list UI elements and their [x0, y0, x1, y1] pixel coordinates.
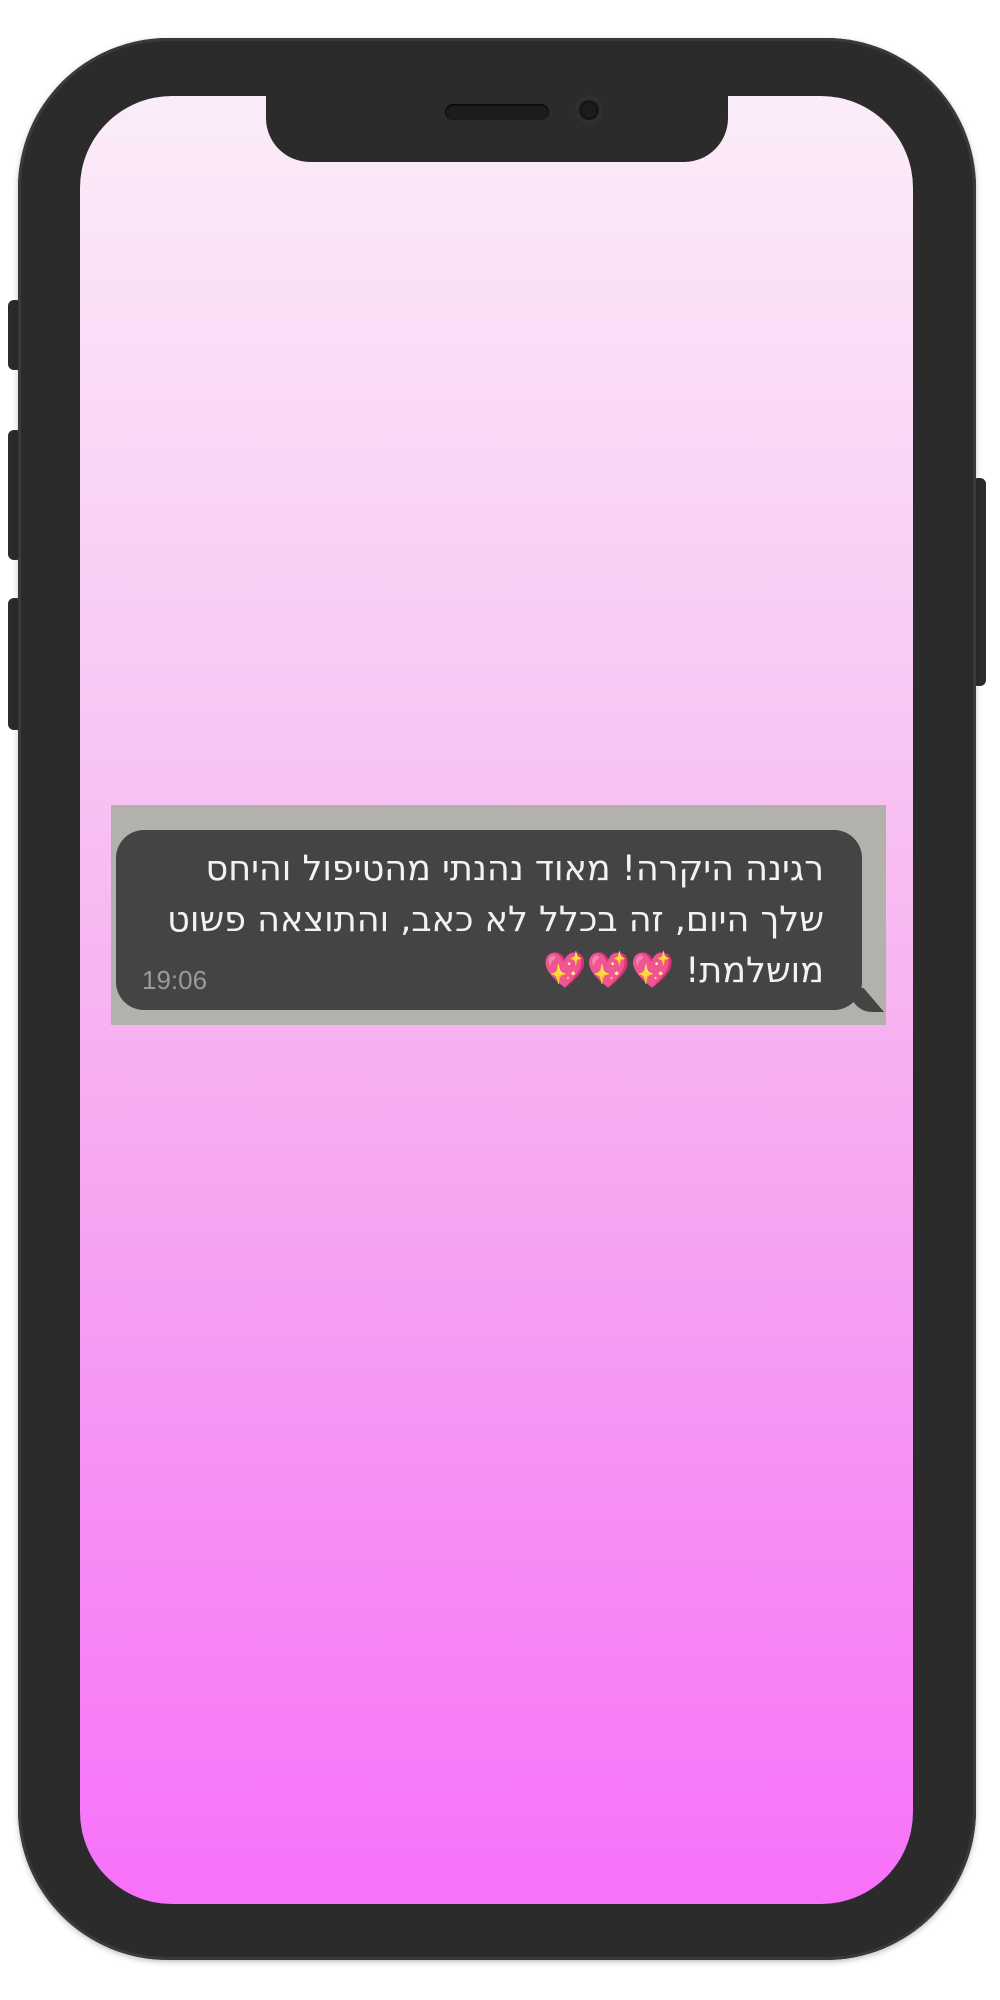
message-text: רגינה היקרה! מאוד נהנתי מהטיפול והיחס של…	[167, 849, 824, 991]
canvas: רגינה היקרה! מאוד נהנתי מהטיפול והיחס של…	[0, 0, 1000, 2000]
front-camera-icon	[574, 95, 604, 125]
message-timestamp: 19:06	[142, 965, 208, 995]
earpiece-speaker	[445, 104, 549, 120]
message-bubble: רגינה היקרה! מאוד נהנתי מהטיפול והיחס של…	[116, 830, 862, 1010]
